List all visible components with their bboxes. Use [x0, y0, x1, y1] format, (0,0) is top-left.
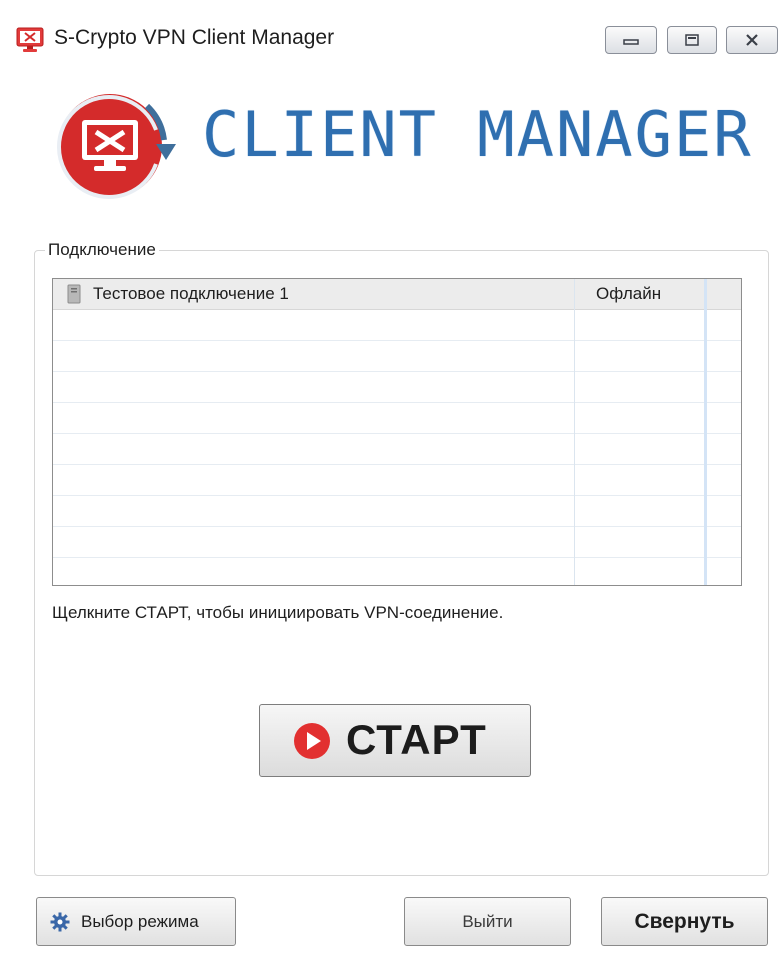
connection-group-label: Подключение — [45, 240, 159, 260]
connection-row[interactable]: Тестовое подключение 1 Офлайн — [53, 279, 741, 310]
gear-icon — [50, 912, 70, 932]
empty-row — [53, 527, 741, 558]
connection-group: Подключение Тестовое подключение 1 Офлай… — [34, 240, 769, 876]
monitor-tools-icon — [52, 88, 182, 204]
play-circle-icon — [293, 722, 331, 760]
close-icon — [744, 33, 760, 47]
close-button[interactable] — [726, 26, 778, 54]
empty-row — [53, 310, 741, 341]
column-divider — [574, 279, 575, 585]
minimize-button[interactable] — [605, 26, 657, 54]
empty-row — [53, 434, 741, 465]
minimize-icon — [622, 34, 640, 46]
connection-status: Офлайн — [596, 284, 662, 303]
empty-row — [53, 403, 741, 434]
collapse-label: Свернуть — [634, 910, 735, 933]
empty-row — [53, 372, 741, 403]
window-title: S-Crypto VPN Client Manager — [54, 26, 335, 49]
collapse-button[interactable]: Свернуть — [601, 897, 768, 946]
exit-button[interactable]: Выйти — [404, 897, 571, 946]
hint-text: Щелкните СТАРТ, чтобы инициировать VPN-с… — [52, 603, 504, 622]
exit-label: Выйти — [462, 912, 513, 931]
empty-row — [53, 341, 741, 372]
logo: CLIENT MANAGER — [52, 88, 752, 208]
mode-select-label: Выбор режима — [81, 912, 199, 931]
logo-text: CLIENT MANAGER — [202, 98, 753, 171]
mode-select-button[interactable]: Выбор режима — [36, 897, 236, 946]
start-button[interactable]: СТАРТ — [259, 704, 531, 777]
maximize-icon — [684, 33, 700, 47]
connection-name: Тестовое подключение 1 — [93, 284, 289, 303]
server-icon — [66, 284, 82, 304]
maximize-button[interactable] — [667, 26, 717, 54]
empty-row — [53, 465, 741, 496]
title-bar[interactable]: S-Crypto VPN Client Manager — [0, 12, 781, 64]
column-divider — [704, 279, 707, 585]
app-window: S-Crypto VPN Client Manager CLIENT MANAG… — [0, 12, 781, 963]
connection-list[interactable]: Тестовое подключение 1 Офлайн — [52, 278, 742, 586]
empty-row — [53, 496, 741, 527]
top-strip — [0, 0, 781, 12]
monitor-tools-icon — [16, 27, 44, 53]
start-button-label: СТАРТ — [346, 716, 487, 763]
